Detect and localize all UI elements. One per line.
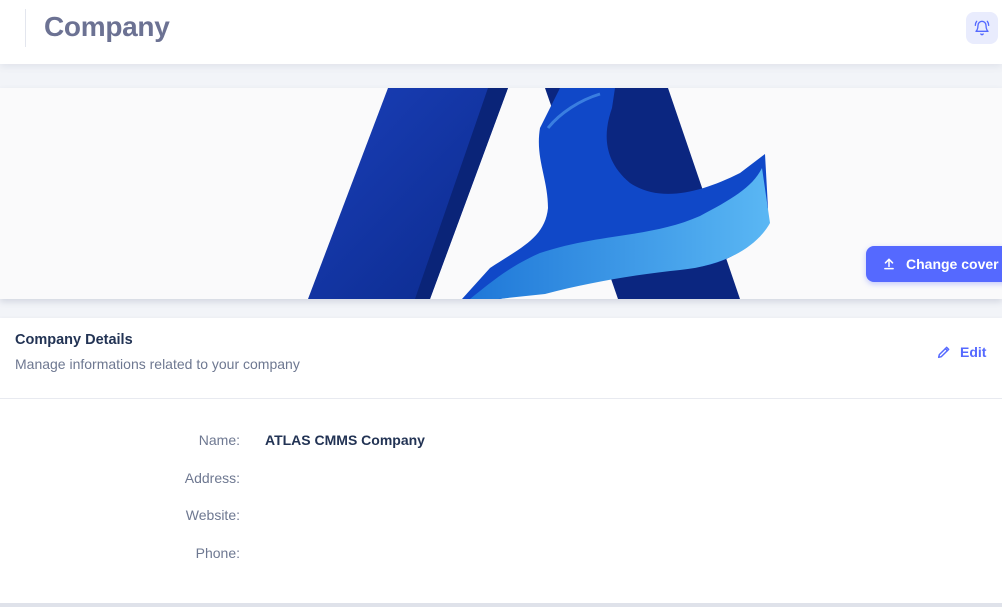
field-label-name: Name: xyxy=(198,432,240,448)
cover-logo-art xyxy=(308,88,770,299)
edit-label: Edit xyxy=(960,344,987,360)
header-divider xyxy=(25,9,26,47)
edit-button[interactable]: Edit xyxy=(936,344,986,360)
top-bar: Company xyxy=(0,0,1002,64)
change-cover-button[interactable]: Change cover xyxy=(866,246,1002,282)
field-value-name: ATLAS CMMS Company xyxy=(265,432,425,448)
company-details-card: Company Details Manage informations rela… xyxy=(0,318,1002,603)
bell-ringing-icon xyxy=(974,20,990,36)
field-row-name: Name: ATLAS CMMS Company xyxy=(0,432,1002,452)
company-cover-image xyxy=(0,88,1002,299)
pencil-icon xyxy=(937,346,950,359)
page-title: Company xyxy=(44,11,170,42)
change-cover-label: Change cover xyxy=(906,256,999,272)
field-label-address: Address: xyxy=(184,470,240,486)
card-header: Company Details Manage informations rela… xyxy=(0,318,1002,399)
field-label-phone: Phone: xyxy=(195,545,240,561)
field-label-website: Website: xyxy=(185,507,240,523)
notifications-button[interactable] xyxy=(966,12,998,44)
card-title: Company Details xyxy=(15,332,133,348)
card-subtitle: Manage informations related to your comp… xyxy=(15,356,300,372)
field-row-address: Address: xyxy=(0,470,1002,490)
field-row-website: Website: xyxy=(0,507,1002,527)
bottom-divider xyxy=(0,603,1002,607)
field-row-phone: Phone: xyxy=(0,545,1002,565)
upload-icon xyxy=(884,258,894,270)
